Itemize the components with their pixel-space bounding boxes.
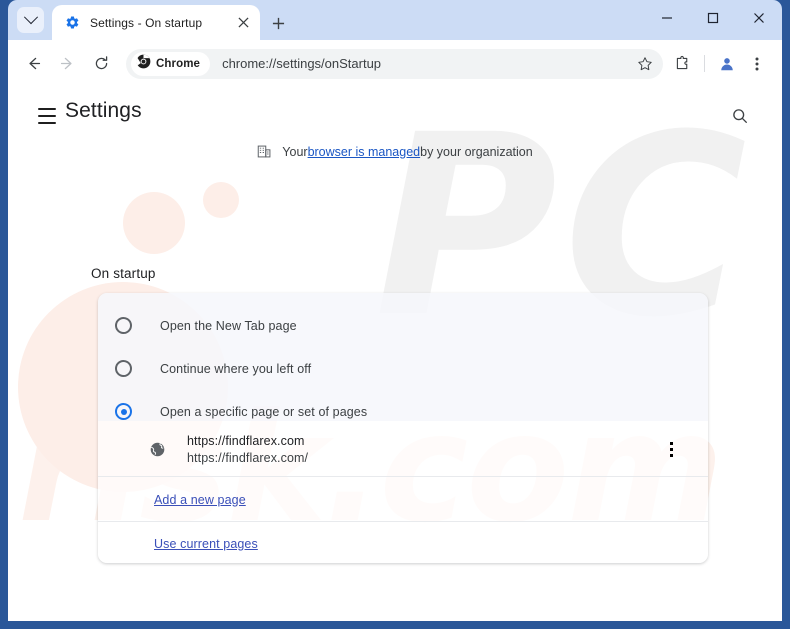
maximize-button[interactable] [690,1,736,35]
window-controls [644,0,782,36]
tab-settings[interactable]: Settings - On startup [52,5,260,40]
browser-toolbar: Chrome chrome://settings/onStartup [8,40,782,87]
address-bar-url[interactable]: chrome://settings/onStartup [222,56,631,71]
on-startup-card: Open the New Tab page Continue where you… [98,293,708,563]
chrome-chip: Chrome [131,51,211,76]
toolbar-divider [704,55,705,72]
settings-header: Settings [8,87,782,135]
watermark-circle [203,182,239,218]
radio-label: Open the New Tab page [160,318,297,333]
startup-page-title: https://findflarex.com [187,434,305,448]
tab-title: Settings - On startup [90,15,203,30]
add-new-page-link[interactable]: Add a new page [154,493,246,507]
address-bar[interactable]: Chrome chrome://settings/onStartup [126,48,663,79]
radio-icon-selected[interactable] [115,403,132,420]
building-icon [257,144,272,159]
bookmark-star-icon[interactable] [631,50,659,78]
radio-label: Open a specific page or set of pages [160,404,368,419]
chrome-menu-icon[interactable] [742,49,772,79]
back-button[interactable] [18,49,48,79]
radio-icon[interactable] [115,360,132,377]
watermark-circle [123,192,185,254]
minimize-button[interactable] [644,1,690,35]
startup-radio-group: Open the New Tab page Continue where you… [98,293,708,421]
gear-icon [64,15,80,31]
startup-page-url: https://findflarex.com/ [187,451,309,465]
page-title: Settings [65,99,142,122]
use-current-pages-row[interactable]: Use current pages [98,522,708,563]
settings-page: PC risk.com Settings [8,87,782,621]
startup-page-texts: https://findflarex.com https://findflare… [187,434,657,465]
tab-search-button[interactable] [17,7,44,33]
managed-banner-prefix: Your [282,144,308,159]
radio-label: Continue where you left off [160,361,312,376]
section-title-on-startup: On startup [91,266,156,281]
globe-icon [148,441,166,459]
reload-button[interactable] [86,49,116,79]
radio-option-continue[interactable]: Continue where you left off [98,347,708,390]
chrome-chip-label: Chrome [156,57,201,70]
add-new-page-row[interactable]: Add a new page [98,478,708,522]
profile-avatar[interactable] [712,49,742,79]
forward-button [52,49,82,79]
new-tab-button[interactable] [266,11,290,35]
close-window-button[interactable] [736,1,782,35]
chrome-logo-icon [136,54,151,74]
use-current-pages-link[interactable]: Use current pages [154,537,258,551]
main-menu-icon[interactable] [34,103,60,129]
close-icon[interactable] [234,14,252,32]
managed-browser-banner: Your browser is managed by your organiza… [8,144,782,159]
startup-page-more-icon[interactable] [657,436,685,464]
radio-icon[interactable] [115,317,132,334]
radio-option-new-tab[interactable]: Open the New Tab page [98,304,708,347]
extensions-icon[interactable] [667,49,697,79]
tab-strip: Settings - On startup [8,0,782,40]
managed-browser-link[interactable]: browser is managed [308,145,421,159]
startup-page-row: https://findflarex.com https://findflare… [98,423,708,477]
browser-window: Settings - On startup Chrome chrome://se… [0,0,790,629]
chevron-down-icon [23,10,38,25]
managed-banner-suffix: by your organization [420,144,533,159]
search-icon[interactable] [726,102,754,130]
